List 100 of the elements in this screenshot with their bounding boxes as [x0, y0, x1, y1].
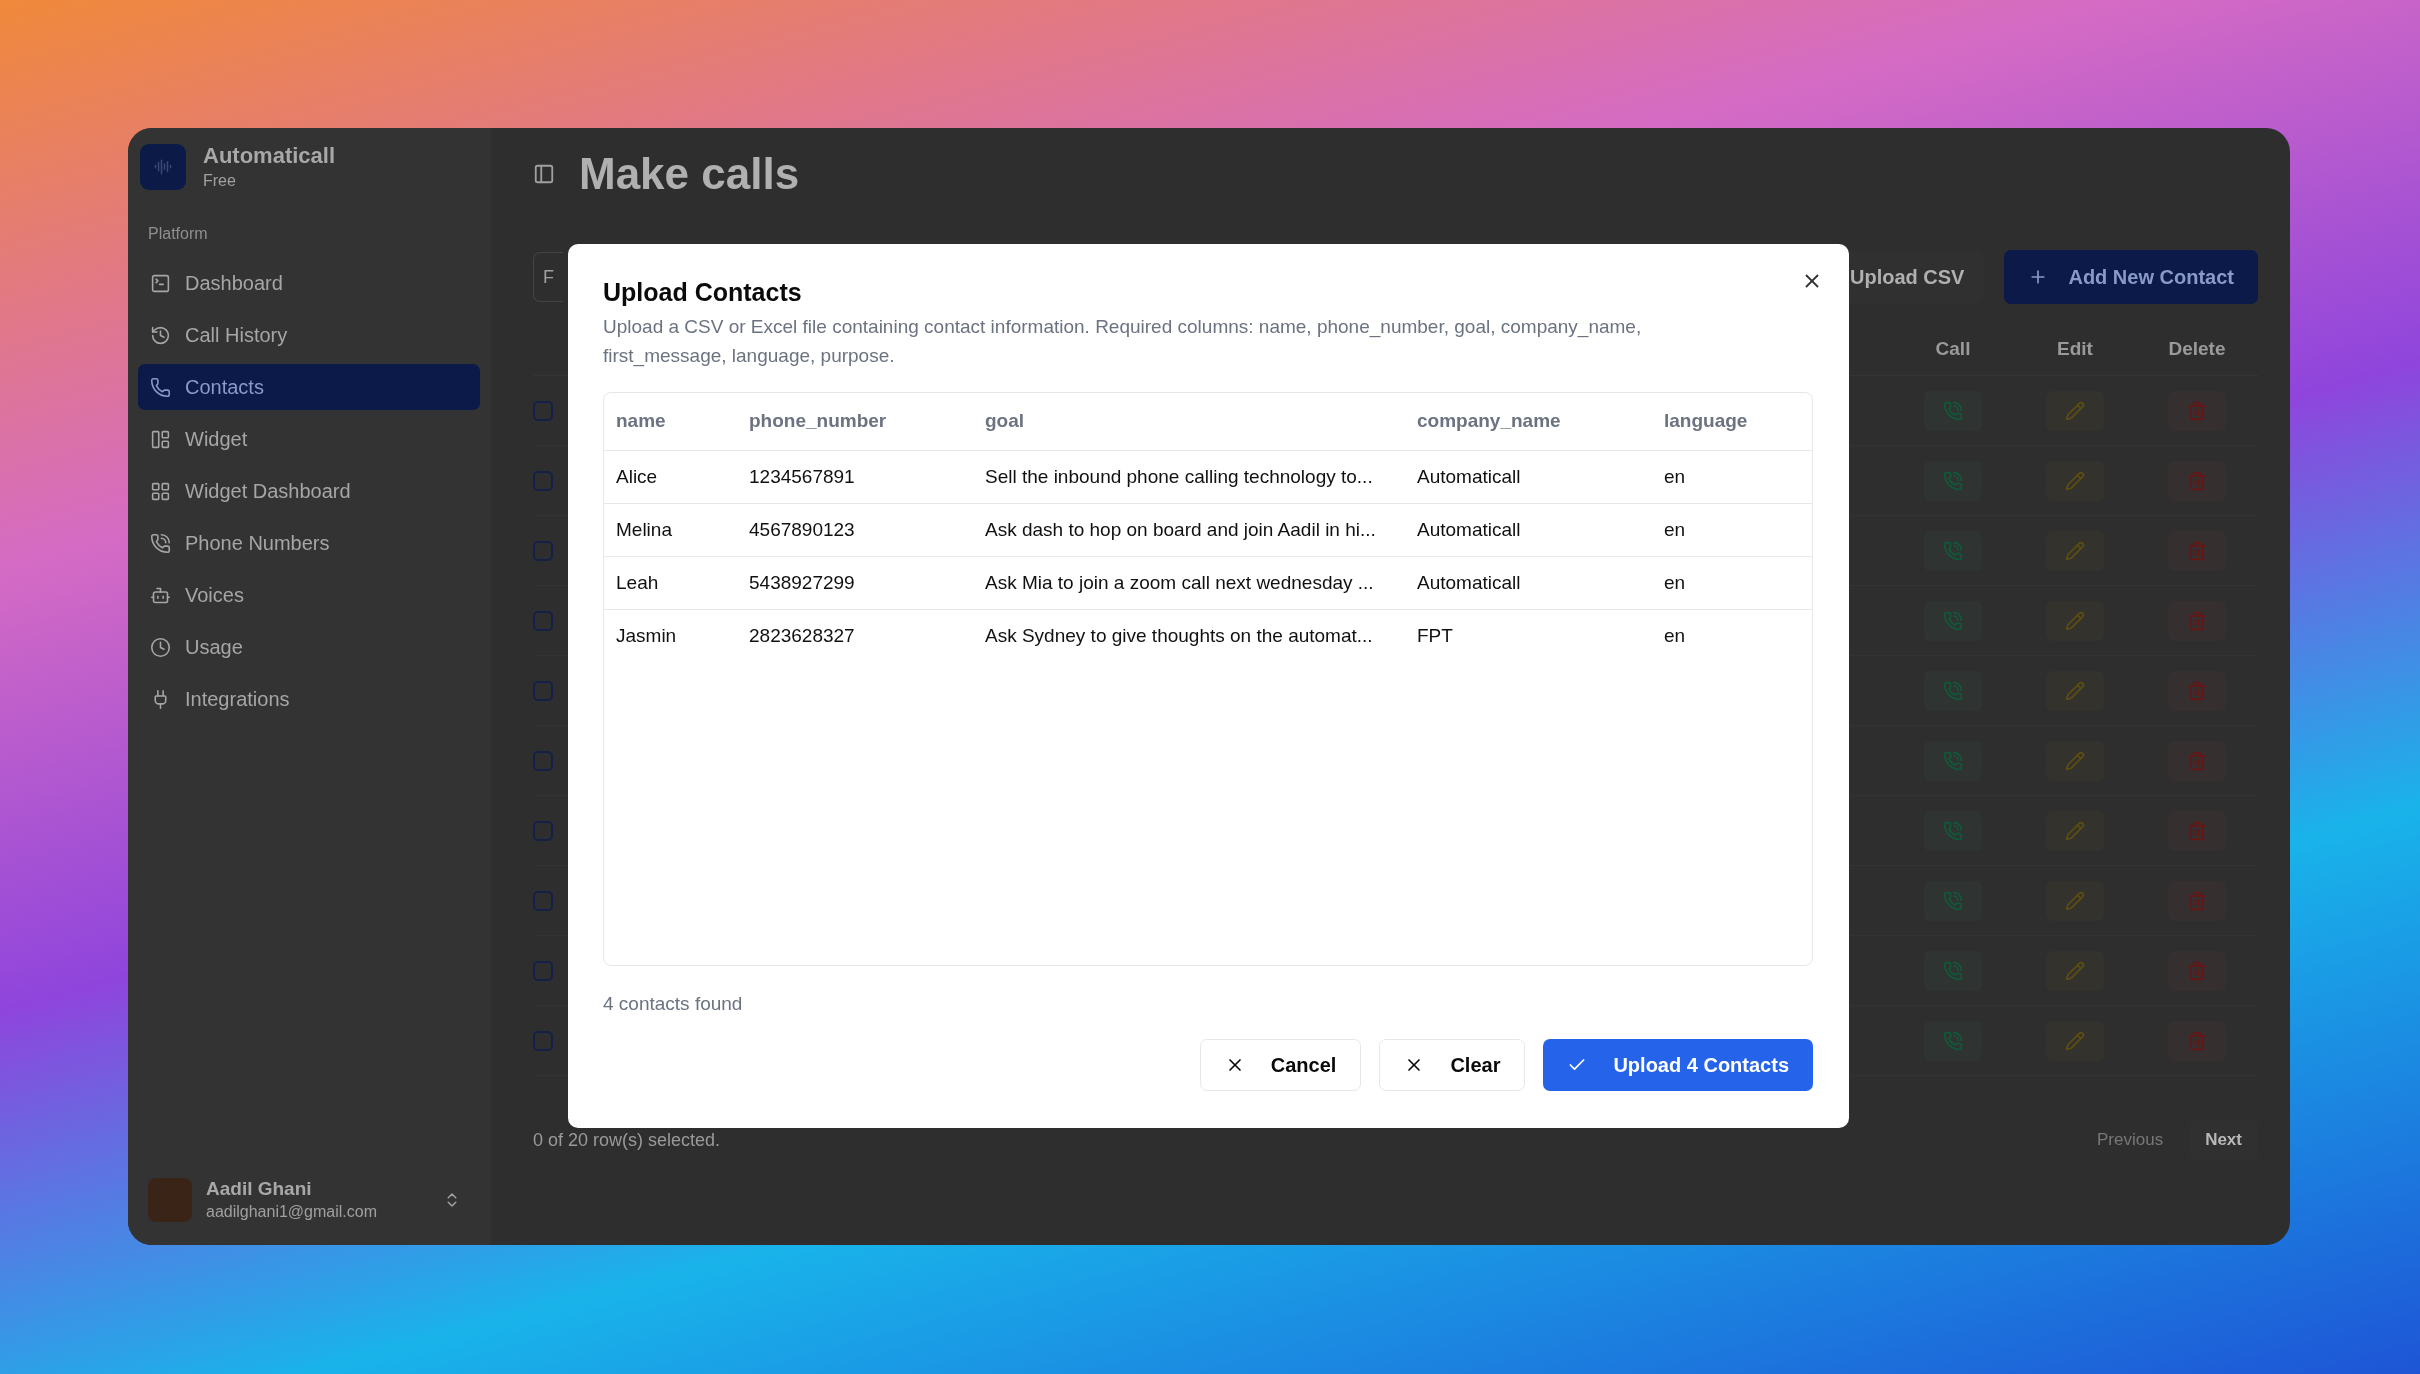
call-button[interactable]: [1924, 740, 1982, 781]
delete-button[interactable]: [2168, 1020, 2226, 1061]
table-cell-text: Sell the inbound phone calling technology to...: [985, 464, 1374, 489]
phone-icon: [150, 376, 171, 398]
call-button[interactable]: [1924, 880, 1982, 921]
column-header: phone_number: [749, 409, 888, 434]
row-checkbox[interactable]: [533, 470, 553, 491]
user-email: aadilghani1@gmail.com: [206, 1202, 377, 1222]
phone-call-icon: [1943, 960, 1963, 981]
sidebar-item[interactable]: Integrations: [138, 676, 480, 722]
phone-call-icon: [1943, 1030, 1963, 1051]
delete-button[interactable]: [2168, 530, 2226, 571]
phone-call-icon: [1943, 750, 1963, 771]
row-checkbox[interactable]: [533, 960, 553, 981]
add-contact-button[interactable]: Add New Contact: [2004, 250, 2258, 304]
sidebar-item[interactable]: Contacts: [138, 364, 480, 410]
delete-button[interactable]: [2168, 950, 2226, 991]
row-checkbox[interactable]: [533, 1030, 553, 1051]
row-checkbox[interactable]: [533, 820, 553, 841]
column-header: Edit: [2056, 337, 2094, 362]
pencil-icon: [2065, 960, 2085, 981]
pencil-icon: [2065, 400, 2085, 421]
edit-button[interactable]: [2046, 1020, 2104, 1061]
terminal-icon: [150, 272, 171, 294]
row-checkbox[interactable]: [533, 540, 553, 561]
row-checkbox[interactable]: [533, 610, 553, 631]
sidebar-item[interactable]: Usage: [138, 624, 480, 670]
edit-button[interactable]: [2046, 390, 2104, 431]
call-button[interactable]: [1924, 460, 1982, 501]
sidebar-item[interactable]: Dashboard: [138, 260, 480, 306]
table-cell-text: Melina: [616, 517, 673, 542]
edit-button[interactable]: [2046, 600, 2104, 641]
call-button[interactable]: [1924, 810, 1982, 851]
edit-button[interactable]: [2046, 670, 2104, 711]
edit-button[interactable]: [2046, 530, 2104, 571]
delete-button[interactable]: [2168, 460, 2226, 501]
trash-icon: [2187, 1030, 2207, 1051]
call-button[interactable]: [1924, 600, 1982, 641]
delete-button[interactable]: [2168, 740, 2226, 781]
trash-icon: [2187, 610, 2207, 631]
phone-call-icon: [150, 532, 171, 554]
call-button[interactable]: [1924, 950, 1982, 991]
column-header: goal: [985, 409, 1026, 434]
row-checkbox[interactable]: [533, 750, 553, 771]
clear-button[interactable]: Clear: [1379, 1038, 1526, 1091]
delete-button[interactable]: [2168, 880, 2226, 921]
table-cell-text: 2823628327: [749, 624, 856, 649]
cancel-button[interactable]: Cancel: [1199, 1038, 1362, 1091]
call-button[interactable]: [1924, 670, 1982, 711]
grid-icon: [150, 480, 171, 502]
sidebar-item[interactable]: Widget: [138, 416, 480, 462]
trash-icon: [2187, 400, 2207, 421]
delete-button[interactable]: [2168, 600, 2226, 641]
trash-icon: [2187, 960, 2207, 981]
dialog-description: Upload a CSV or Excel file containing contact information. Required columns: name, phone_number, goal, company_name, first_message, language, purpose.: [603, 315, 1643, 369]
delete-button[interactable]: [2168, 810, 2226, 851]
delete-button[interactable]: [2168, 670, 2226, 711]
row-checkbox[interactable]: [533, 890, 553, 911]
sidebar-toggle-icon[interactable]: [533, 163, 555, 185]
phone-call-icon: [1943, 890, 1963, 911]
table-cell-text: Ask dash to hop on board and join Aadil in hi...: [985, 517, 1377, 542]
phone-call-icon: [1943, 680, 1963, 701]
section-label: Platform: [148, 224, 209, 244]
sidebar-item[interactable]: Phone Numbers: [138, 520, 480, 566]
edit-button[interactable]: [2046, 950, 2104, 991]
table-cell-text: Automaticall: [1417, 570, 1522, 595]
delete-button[interactable]: [2168, 390, 2226, 431]
page-title: Make calls: [579, 148, 800, 200]
row-checkbox[interactable]: [533, 680, 553, 701]
pencil-icon: [2065, 890, 2085, 911]
call-button[interactable]: [1924, 390, 1982, 431]
pencil-icon: [2065, 750, 2085, 771]
call-button[interactable]: [1924, 530, 1982, 571]
call-button[interactable]: [1924, 1020, 1982, 1061]
sidebar-item[interactable]: Voices: [138, 572, 480, 618]
pencil-icon: [2065, 610, 2085, 631]
table-cell-text: FPT: [1417, 624, 1454, 649]
app-name: Automaticall: [203, 142, 336, 170]
pencil-icon: [2065, 540, 2085, 561]
filter-field[interactable]: F: [533, 252, 563, 302]
pencil-icon: [2065, 1030, 2085, 1051]
upload-button[interactable]: Upload 4 Contacts: [1543, 1038, 1813, 1091]
pencil-icon: [2065, 680, 2085, 701]
table-cell-text: Automaticall: [1417, 517, 1522, 542]
table-cell-text: en: [1664, 517, 1687, 542]
trash-icon: [2187, 820, 2207, 841]
column-header: company_name: [1417, 409, 1562, 434]
column-header: name: [616, 409, 667, 434]
sidebar-item[interactable]: Call History: [138, 312, 480, 358]
edit-button[interactable]: [2046, 460, 2104, 501]
table-cell-text: Jasmin: [616, 624, 678, 649]
edit-button[interactable]: [2046, 880, 2104, 921]
sidebar-item[interactable]: Widget Dashboard: [138, 468, 480, 514]
table-cell-text: 5438927299: [749, 570, 856, 595]
row-checkbox[interactable]: [533, 400, 553, 421]
edit-button[interactable]: [2046, 810, 2104, 851]
table-cell-text: Alice: [616, 464, 659, 489]
edit-button[interactable]: [2046, 740, 2104, 781]
layout-icon: [150, 428, 171, 450]
table-cell-text: 1234567891: [749, 464, 856, 489]
